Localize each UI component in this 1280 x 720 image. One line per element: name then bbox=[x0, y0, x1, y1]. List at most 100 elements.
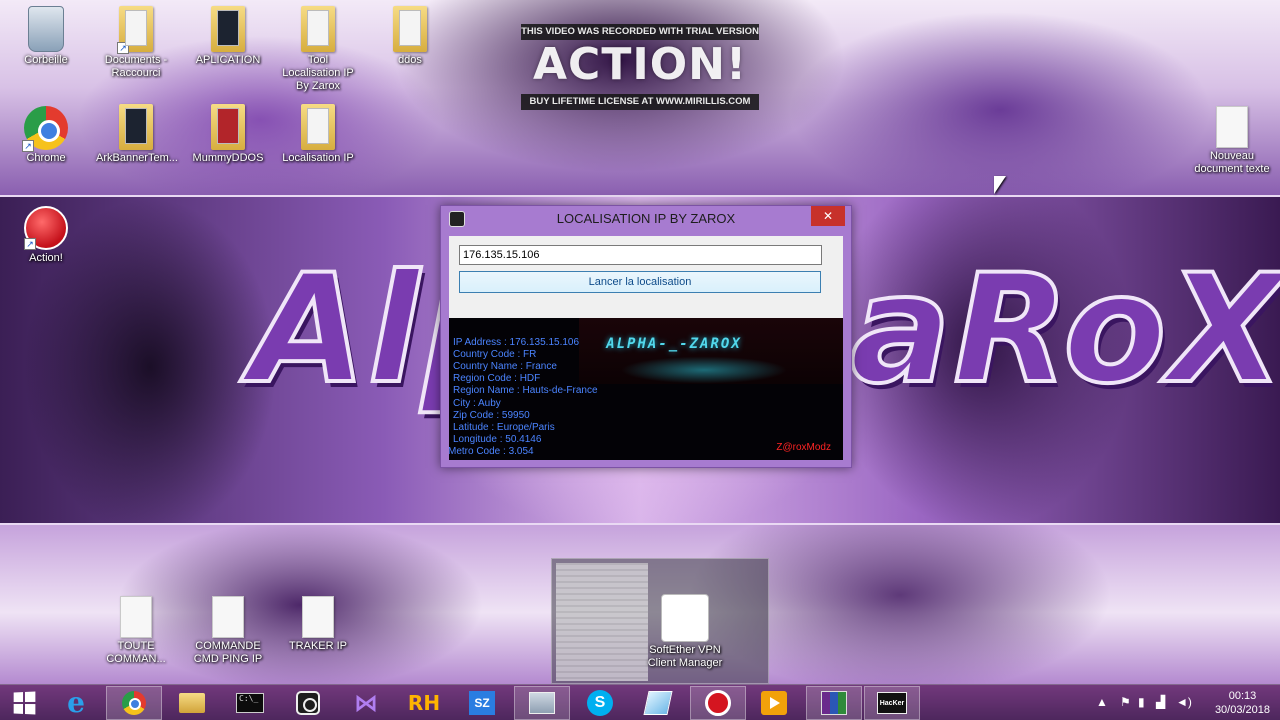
result-metro-code: Metro Code : 3.054 bbox=[449, 446, 534, 457]
folder-icon bbox=[211, 104, 245, 150]
text-document-icon bbox=[302, 596, 334, 638]
volume-icon[interactable]: ◄) bbox=[1176, 695, 1192, 709]
taskbar-camera-app[interactable] bbox=[280, 686, 336, 720]
desktop-icon-label: SoftEther VPN Client Manager bbox=[647, 644, 723, 669]
thumbnail-content bbox=[556, 563, 648, 681]
desktop-icon-commande-cmd[interactable]: COMMANDE CMD PING IP bbox=[188, 596, 268, 666]
folder-icon bbox=[301, 6, 335, 52]
folder-shortcut-icon: ↗ bbox=[117, 6, 153, 54]
desktop-icon-localisation-ip[interactable]: Localisation IP bbox=[278, 104, 358, 165]
alpha-zarox-banner: ALPHA-_-ZAROX bbox=[579, 318, 843, 384]
desktop-icon-label: Localisation IP bbox=[282, 152, 354, 164]
desktop-icon-aplication[interactable]: APLICATION bbox=[188, 6, 268, 67]
command-prompt-icon: C:\_ bbox=[236, 693, 264, 713]
battery-icon[interactable]: ▮ bbox=[1138, 695, 1145, 709]
rh-app-icon: RH bbox=[407, 691, 441, 715]
clock-time: 00:13 bbox=[1228, 690, 1257, 702]
ip-address-input[interactable] bbox=[459, 245, 822, 265]
banner-text: ALPHA-_-ZAROX bbox=[606, 336, 742, 352]
recorder-watermark: THIS VIDEO WAS RECORDED WITH TRIAL VERSI… bbox=[521, 24, 759, 110]
desktop-icon-label: TRAKER IP bbox=[288, 640, 348, 652]
file-explorer-icon bbox=[179, 693, 205, 713]
desktop-icon-corbeille[interactable]: Corbeille bbox=[6, 6, 86, 67]
close-button[interactable]: ✕ bbox=[811, 206, 845, 226]
sz-app-icon: SZ bbox=[469, 691, 495, 715]
desktop-icon-mummyddos[interactable]: MummyDDOS bbox=[188, 104, 268, 165]
desktop-icon-label: ArkBannerTem... bbox=[96, 152, 178, 164]
taskbar-chrome[interactable] bbox=[106, 686, 162, 720]
media-player-icon bbox=[761, 691, 787, 715]
lancer-localisation-button[interactable]: Lancer la localisation bbox=[459, 271, 821, 293]
folder-icon bbox=[393, 6, 427, 52]
taskbar-action-recorder[interactable] bbox=[690, 686, 746, 720]
network-signal-icon[interactable]: ▟ bbox=[1156, 695, 1165, 709]
hacker-app-icon: HacKer bbox=[877, 692, 907, 714]
desktop-icon-label: TOUTE COMMAN... bbox=[106, 640, 166, 665]
visual-studio-icon: ⋈ bbox=[354, 689, 378, 717]
desktop-icon-label: Chrome bbox=[26, 152, 66, 164]
taskbar-winrar[interactable] bbox=[806, 686, 862, 720]
taskbar-hacker-app[interactable]: HacKer bbox=[864, 686, 920, 720]
softether-vpn-icon bbox=[661, 594, 709, 642]
start-button[interactable] bbox=[0, 686, 48, 720]
taskbar-sz-app[interactable]: SZ bbox=[454, 686, 510, 720]
result-zip-code: Zip Code : 59950 bbox=[453, 410, 530, 421]
taskbar-file-explorer[interactable] bbox=[164, 686, 220, 720]
taskbar-skype[interactable]: S bbox=[572, 686, 628, 720]
desktop-icon-toute-command[interactable]: TOUTE COMMAN... bbox=[96, 596, 176, 666]
author-signature: Z@roxModz bbox=[776, 442, 831, 453]
results-panel: ALPHA-_-ZAROX IP Address : 176.135.15.10… bbox=[449, 318, 843, 460]
desktop-icon-label: MummyDDOS bbox=[192, 152, 264, 164]
desktop-icon-tool-localisation[interactable]: Tool Localisation IP By Zarox bbox=[278, 6, 358, 93]
desktop-icon-nouveau-document[interactable]: Nouveau document texte bbox=[1192, 106, 1272, 176]
result-longitude: Longitude : 50.4146 bbox=[453, 434, 542, 445]
taskbar-glass-app[interactable] bbox=[630, 686, 686, 720]
taskbar-internet-explorer[interactable]: e bbox=[48, 686, 104, 720]
taskbar-system-monitor[interactable] bbox=[514, 686, 570, 720]
result-ip-address: IP Address : 176.135.15.106 bbox=[453, 337, 580, 348]
result-region-code: Region Code : HDF bbox=[453, 373, 541, 384]
taskbar-command-prompt[interactable]: C:\_ bbox=[222, 686, 278, 720]
desktop-icon-label: Corbeille bbox=[24, 54, 68, 66]
folder-icon bbox=[301, 104, 335, 150]
record-icon bbox=[705, 690, 731, 716]
desktop-icon-ddos[interactable]: ddos bbox=[370, 6, 450, 67]
desktop-icon-softether[interactable]: SoftEther VPN Client Manager bbox=[645, 594, 725, 670]
camera-icon bbox=[296, 691, 320, 715]
recycle-bin-icon bbox=[28, 6, 64, 52]
folder-icon bbox=[119, 104, 153, 150]
folder-icon bbox=[211, 6, 245, 52]
chrome-icon bbox=[122, 691, 146, 715]
watermark-logo: ACTION! bbox=[532, 39, 748, 90]
desktop-icon-documents[interactable]: ↗ Documents - Raccourci bbox=[96, 6, 176, 80]
chrome-icon: ↗ bbox=[22, 106, 68, 152]
result-latitude: Latitude : Europe/Paris bbox=[453, 422, 555, 433]
taskbar-clock[interactable]: 00:13 30/03/2018 bbox=[1215, 689, 1270, 717]
system-tray: ▲ ⚑ ▮ ▟ ◄) 00:13 30/03/2018 bbox=[1080, 685, 1280, 720]
desktop-icon-label: Documents - Raccourci bbox=[104, 54, 168, 79]
computer-monitor-icon bbox=[529, 692, 555, 714]
desktop-icon-arkbanner[interactable]: ArkBannerTem... bbox=[96, 104, 178, 165]
text-document-icon bbox=[120, 596, 152, 638]
action-center-flag-icon[interactable]: ⚑ bbox=[1120, 695, 1131, 709]
taskbar: e C:\_ ⋈ RH SZ S HacKer ▲ ⚑ ▮ ▟ ◄) 00:13… bbox=[0, 684, 1280, 720]
text-document-icon bbox=[1216, 106, 1248, 148]
taskbar-rh-app[interactable]: RH bbox=[396, 686, 452, 720]
text-document-icon bbox=[212, 596, 244, 638]
result-country-name: Country Name : France bbox=[453, 361, 557, 372]
taskbar-visual-studio[interactable]: ⋈ bbox=[338, 686, 394, 720]
desktop-icon-chrome[interactable]: ↗ Chrome bbox=[6, 106, 86, 165]
desktop-icon-label: COMMANDE CMD PING IP bbox=[193, 640, 263, 665]
action-recorder-icon: ↗ bbox=[24, 206, 68, 250]
banner-text-right: aRoX bbox=[848, 243, 1280, 417]
taskbar-media-player[interactable] bbox=[746, 686, 802, 720]
localisation-ip-window: LOCALISATION IP BY ZAROX ✕ Lancer la loc… bbox=[440, 205, 852, 468]
internet-explorer-icon: e bbox=[67, 686, 85, 719]
show-hidden-icons-chevron-icon[interactable]: ▲ bbox=[1096, 695, 1108, 709]
desktop-icon-action[interactable]: ↗ Action! bbox=[6, 206, 86, 265]
desktop-icon-label: ddos bbox=[398, 54, 422, 66]
window-titlebar[interactable]: LOCALISATION IP BY ZAROX ✕ bbox=[441, 206, 851, 232]
winrar-icon bbox=[821, 691, 847, 715]
windows-logo-icon bbox=[13, 691, 36, 715]
desktop-icon-traker-ip[interactable]: TRAKER IP bbox=[278, 596, 358, 653]
